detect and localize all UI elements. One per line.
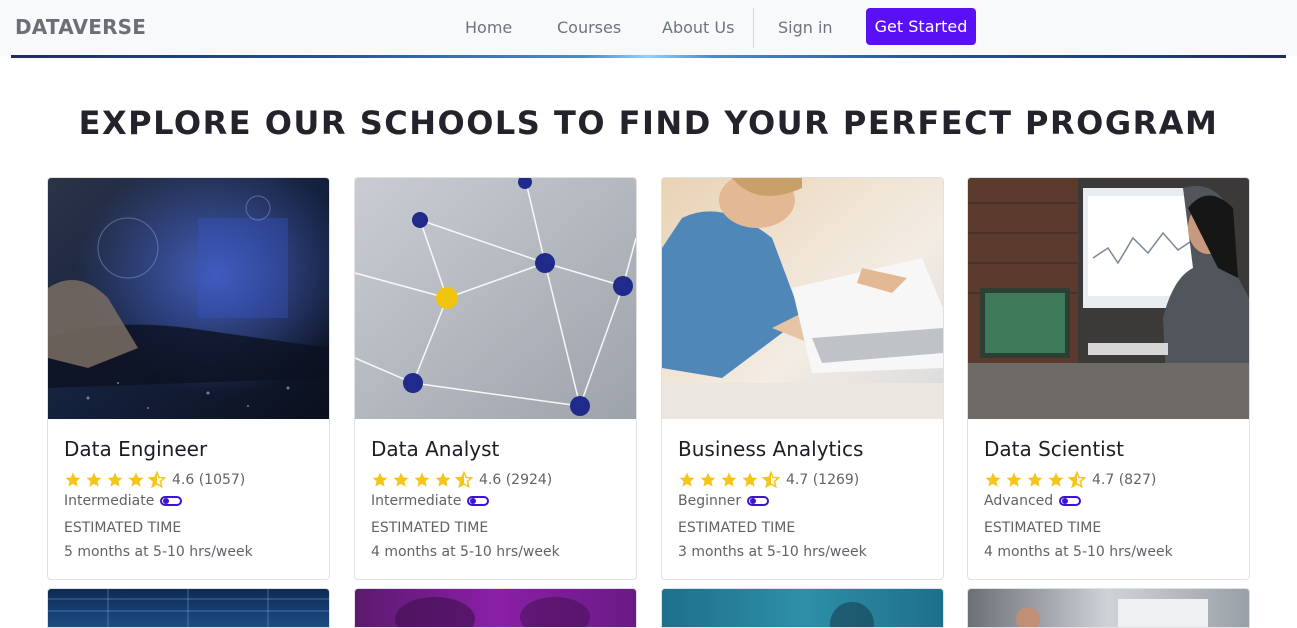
star-icon <box>393 472 409 487</box>
estimated-time-label: ESTIMATED TIME <box>371 520 489 536</box>
nav-divider <box>753 8 754 48</box>
card-image-data-analyst <box>355 178 636 419</box>
card-image-data-engineer <box>48 178 329 419</box>
level-label: Intermediate <box>64 493 155 509</box>
star-icon <box>985 472 1001 487</box>
star-icon <box>1027 472 1043 487</box>
half-star-icon <box>762 471 780 489</box>
difficulty-toggle-icon <box>467 496 490 506</box>
level-label: Intermediate <box>371 493 462 509</box>
section-title: EXPLORE OUR SCHOOLS TO FIND YOUR PERFECT… <box>78 104 1219 142</box>
card-image-partial <box>395 597 590 627</box>
nav-link-home[interactable]: Home <box>465 18 512 37</box>
star-icon <box>86 472 102 487</box>
card-title[interactable]: Data Analyst <box>371 437 499 461</box>
half-star-icon <box>148 471 166 489</box>
star-rating <box>371 471 476 489</box>
star-rating <box>678 471 783 489</box>
difficulty-toggle-icon <box>1059 496 1082 506</box>
nav-link-sign-in[interactable]: Sign in <box>778 18 833 37</box>
star-icon <box>414 472 430 487</box>
nav-link-about-us[interactable]: About Us <box>662 18 734 37</box>
card-image-data-scientist <box>968 178 1249 419</box>
card-rating: 4.7 (827) <box>984 470 1156 490</box>
star-icon <box>721 472 737 487</box>
card-title[interactable]: Data Scientist <box>984 437 1124 461</box>
estimated-time-value: 4 months at 5-10 hrs/week <box>371 544 560 560</box>
program-card-data-scientist[interactable]: Data Scientist 4.7 (827) Advanced ESTIMA… <box>967 177 1250 580</box>
program-card-next-row[interactable] <box>661 588 944 628</box>
star-icon <box>679 472 695 487</box>
star-icon <box>1006 472 1022 487</box>
star-icon <box>107 472 123 487</box>
card-level: Intermediate <box>371 493 490 509</box>
estimated-time-value: 3 months at 5-10 hrs/week <box>678 544 867 560</box>
rating-value: 4.7 (1269) <box>786 472 860 488</box>
card-level: Intermediate <box>64 493 183 509</box>
estimated-time-label: ESTIMATED TIME <box>678 520 796 536</box>
estimated-time-value: 5 months at 5-10 hrs/week <box>64 544 253 560</box>
estimated-time-label: ESTIMATED TIME <box>984 520 1102 536</box>
card-title[interactable]: Business Analytics <box>678 437 863 461</box>
card-title[interactable]: Data Engineer <box>64 437 207 461</box>
program-card-data-engineer[interactable]: Data Engineer 4.6 (1057) Intermediate ES… <box>47 177 330 580</box>
program-card-business-analytics[interactable]: Business Analytics 4.7 (1269) Beginner E… <box>661 177 944 580</box>
half-star-icon <box>1068 471 1086 489</box>
star-icon <box>435 472 451 487</box>
card-image-partial <box>48 589 329 627</box>
card-level: Advanced <box>984 493 1082 509</box>
star-icon <box>700 472 716 487</box>
estimated-time-label: ESTIMATED TIME <box>64 520 182 536</box>
card-image-partial <box>1016 599 1208 627</box>
card-rating: 4.6 (1057) <box>64 470 245 490</box>
brand-logo[interactable]: DATAVERSE <box>15 15 146 39</box>
difficulty-toggle-icon <box>160 496 183 506</box>
navbar: DATAVERSE Home Courses About Us Sign in … <box>0 0 1297 56</box>
card-image-partial <box>830 602 874 627</box>
nav-link-courses[interactable]: Courses <box>557 18 621 37</box>
star-icon <box>372 472 388 487</box>
star-icon <box>65 472 81 487</box>
level-label: Advanced <box>984 493 1054 509</box>
program-card-data-analyst[interactable]: Data Analyst 4.6 (2924) Intermediate EST… <box>354 177 637 580</box>
card-rating: 4.6 (2924) <box>371 470 552 490</box>
rating-value: 4.6 (1057) <box>172 472 246 488</box>
card-rating: 4.7 (1269) <box>678 470 859 490</box>
rating-value: 4.6 (2924) <box>479 472 553 488</box>
navbar-banner-strip <box>11 55 1286 58</box>
program-card-next-row[interactable] <box>354 588 637 628</box>
star-rating <box>984 471 1089 489</box>
rating-value: 4.7 (827) <box>1092 472 1157 488</box>
half-star-icon <box>455 471 473 489</box>
program-card-next-row[interactable] <box>967 588 1250 628</box>
program-card-next-row[interactable] <box>47 588 330 628</box>
difficulty-toggle-icon <box>747 496 770 506</box>
estimated-time-value: 4 months at 5-10 hrs/week <box>984 544 1173 560</box>
star-icon <box>1048 472 1064 487</box>
get-started-button[interactable]: Get Started <box>866 8 976 45</box>
star-icon <box>128 472 144 487</box>
star-rating <box>64 471 169 489</box>
card-level: Beginner <box>678 493 770 509</box>
star-icon <box>742 472 758 487</box>
card-image-business-analytics <box>662 178 943 419</box>
level-label: Beginner <box>678 493 742 509</box>
